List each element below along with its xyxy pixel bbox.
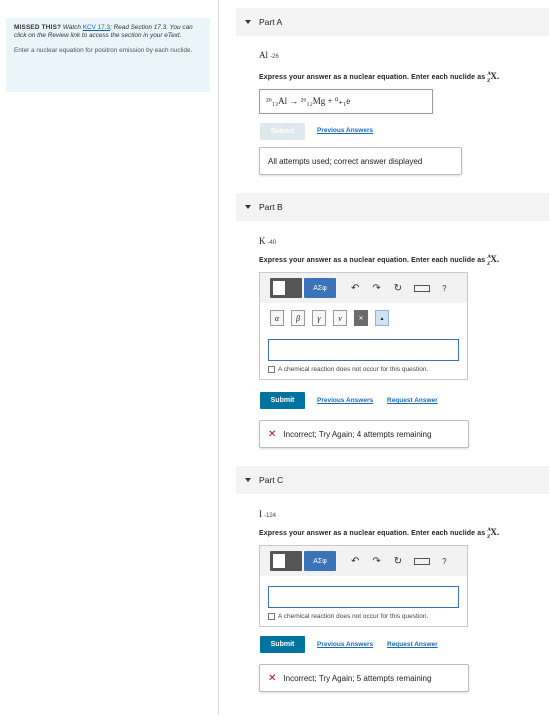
no-reaction-label: A chemical reaction does not occur for t… bbox=[278, 366, 429, 373]
part-a-previous-answers-link[interactable]: Previous Answers bbox=[317, 127, 373, 134]
part-b-submit-button[interactable]: Submit bbox=[260, 392, 305, 409]
undo-icon[interactable]: ↶ bbox=[351, 283, 359, 294]
help-icon[interactable]: ? bbox=[442, 557, 446, 566]
nuclide-notation-symbol: AZX. bbox=[486, 527, 500, 540]
template-button[interactable] bbox=[270, 278, 302, 298]
part-c-instruction: Express your answer as a nuclear equatio… bbox=[259, 527, 499, 540]
nuclide-mass: -40 bbox=[267, 240, 277, 246]
part-a-feedback: All attempts used; correct answer displa… bbox=[259, 147, 462, 175]
part-b-nuclide: K -40 bbox=[259, 236, 276, 246]
feedback-text: All attempts used; correct answer displa… bbox=[268, 156, 423, 166]
watch-prefix: Watch bbox=[62, 24, 81, 31]
part-a-answer-display: ²⁶₁₃Al → ²⁶₁₂Mg + ⁰₊₁e bbox=[259, 89, 433, 114]
part-a-submit-button[interactable]: Submit bbox=[260, 123, 305, 140]
hint-text: MISSED THIS? Watch KCV 17.3; Read Sectio… bbox=[14, 24, 202, 40]
reset-icon[interactable]: ↻ bbox=[394, 283, 402, 294]
reset-icon[interactable]: ↻ bbox=[394, 556, 402, 567]
keyboard-icon[interactable] bbox=[414, 284, 431, 292]
part-b-math-editor: ΑΣφ ↶ ↷ ↻ ? α β γ ν ✕ ▴ A chemical react… bbox=[259, 272, 468, 380]
hint-panel: MISSED THIS? Watch KCV 17.3; Read Sectio… bbox=[6, 18, 210, 92]
part-a-nuclide: Al -26 bbox=[259, 50, 279, 60]
nuclide-notation-symbol: AZX. bbox=[486, 71, 500, 84]
keypad-toggle-icon[interactable]: ▴ bbox=[375, 310, 389, 326]
nuclide-symbol: I bbox=[259, 509, 262, 519]
undo-icon[interactable]: ↶ bbox=[351, 556, 359, 567]
greek-keys-row: α β γ ν ✕ ▴ bbox=[260, 303, 467, 333]
redo-icon[interactable]: ↷ bbox=[372, 283, 380, 294]
part-b-header[interactable]: Part B bbox=[236, 193, 549, 221]
delete-key-icon[interactable]: ✕ bbox=[354, 310, 368, 326]
redo-icon[interactable]: ↷ bbox=[372, 556, 380, 567]
gamma-key[interactable]: γ bbox=[312, 310, 326, 326]
greek-palette-button[interactable]: ΑΣφ bbox=[304, 278, 336, 298]
caret-down-icon bbox=[245, 205, 251, 209]
nuclide-symbol: K bbox=[259, 236, 266, 246]
nuclide-mass: -26 bbox=[270, 54, 279, 60]
part-b-instruction: Express your answer as a nuclear equatio… bbox=[259, 254, 499, 267]
part-b-previous-answers-link[interactable]: Previous Answers bbox=[317, 397, 373, 404]
part-a-instruction: Express your answer as a nuclear equatio… bbox=[259, 71, 499, 84]
part-c-nuclide: I -124 bbox=[259, 509, 276, 519]
no-reaction-label: A chemical reaction does not occur for t… bbox=[278, 613, 429, 620]
part-c-answer-input[interactable] bbox=[268, 586, 459, 608]
checkbox[interactable] bbox=[268, 366, 275, 373]
caret-down-icon bbox=[245, 478, 251, 482]
part-c-previous-answers-link[interactable]: Previous Answers bbox=[317, 641, 373, 648]
part-a-label: Part A bbox=[259, 17, 283, 27]
part-c-label: Part C bbox=[259, 475, 284, 485]
error-x-icon: ✕ bbox=[268, 428, 277, 440]
nuclide-symbol: Al bbox=[259, 50, 268, 60]
part-c-request-answer-link[interactable]: Request Answer bbox=[387, 641, 438, 648]
checkbox[interactable] bbox=[268, 613, 275, 620]
feedback-text: Incorrect; Try Again; 5 attempts remaini… bbox=[283, 673, 432, 683]
editor-toolbar: ΑΣφ ↶ ↷ ↻ ? bbox=[260, 546, 467, 576]
error-x-icon: ✕ bbox=[268, 672, 277, 684]
alpha-key[interactable]: α bbox=[270, 310, 284, 326]
part-b-no-reaction-option[interactable]: A chemical reaction does not occur for t… bbox=[260, 361, 467, 379]
instruction-text: Express your answer as a nuclear equatio… bbox=[259, 74, 486, 81]
greek-palette-button[interactable]: ΑΣφ bbox=[304, 551, 336, 571]
part-c-math-editor: ΑΣφ ↶ ↷ ↻ ? A chemical reaction does not… bbox=[259, 545, 468, 627]
nuclide-mass: -124 bbox=[264, 513, 277, 519]
part-a-header[interactable]: Part A bbox=[236, 8, 549, 36]
nuclide-notation-symbol: AZX. bbox=[486, 254, 500, 267]
missed-label: MISSED THIS? bbox=[14, 24, 62, 31]
instruction-text: Express your answer as a nuclear equatio… bbox=[259, 530, 486, 537]
task-text: Enter a nuclear equation for positron em… bbox=[14, 47, 193, 54]
part-c-feedback: ✕ Incorrect; Try Again; 5 attempts remai… bbox=[259, 664, 469, 692]
part-c-submit-button[interactable]: Submit bbox=[260, 636, 305, 653]
part-b-request-answer-link[interactable]: Request Answer bbox=[387, 397, 438, 404]
template-button[interactable] bbox=[270, 551, 302, 571]
nu-key[interactable]: ν bbox=[333, 310, 347, 326]
feedback-text: Incorrect; Try Again; 4 attempts remaini… bbox=[283, 429, 432, 439]
instruction-text: Express your answer as a nuclear equatio… bbox=[259, 257, 486, 264]
column-divider bbox=[218, 0, 219, 715]
part-c-no-reaction-option[interactable]: A chemical reaction does not occur for t… bbox=[260, 608, 467, 626]
help-icon[interactable]: ? bbox=[442, 284, 446, 293]
beta-key[interactable]: β bbox=[291, 310, 305, 326]
part-b-answer-input[interactable] bbox=[268, 339, 459, 361]
part-c-header[interactable]: Part C bbox=[236, 466, 549, 494]
kcv-link[interactable]: KCV 17.3 bbox=[83, 24, 110, 31]
caret-down-icon bbox=[245, 20, 251, 24]
part-b-feedback: ✕ Incorrect; Try Again; 4 attempts remai… bbox=[259, 420, 469, 448]
keyboard-icon[interactable] bbox=[414, 557, 431, 565]
editor-toolbar: ΑΣφ ↶ ↷ ↻ ? bbox=[260, 273, 467, 303]
part-b-label: Part B bbox=[259, 202, 283, 212]
answer-equation: ²⁶₁₃Al → ²⁶₁₂Mg + ⁰₊₁e bbox=[266, 96, 351, 106]
